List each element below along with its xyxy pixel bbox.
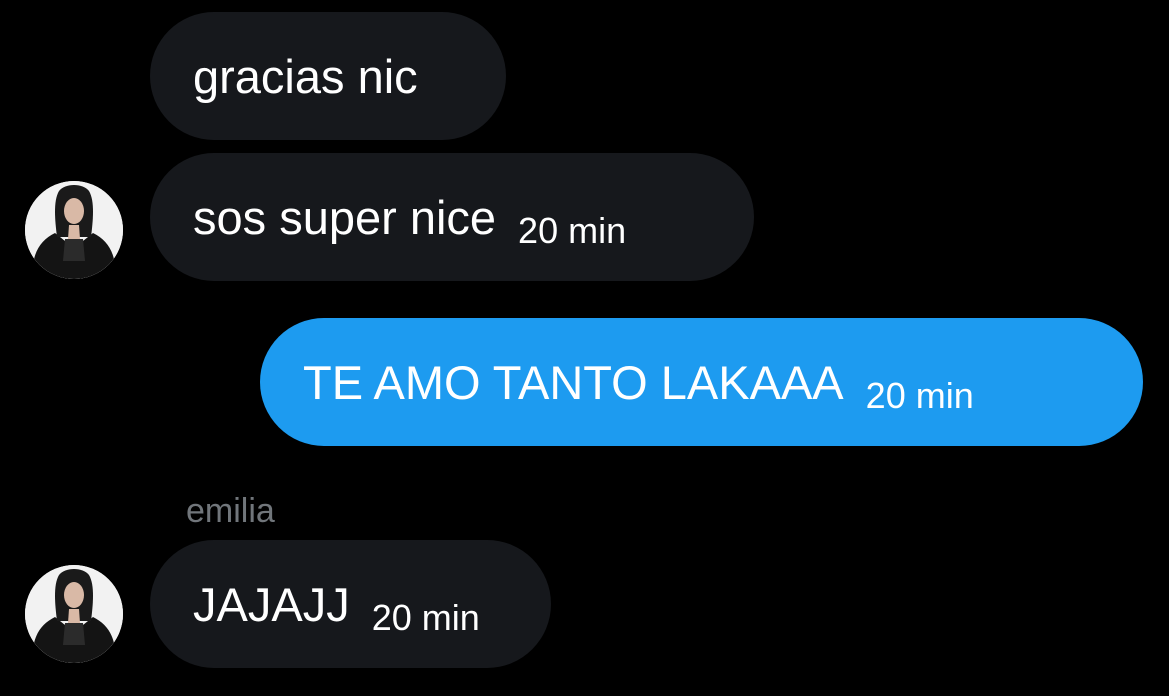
sent-message-bubble[interactable]: TE AMO TANTO LAKAAA 20 min	[260, 318, 1143, 446]
message-timestamp: 20 min	[371, 597, 480, 638]
message-text: JAJAJJ	[193, 577, 350, 631]
message-text: gracias nic	[193, 49, 418, 103]
message-timestamp: 20 min	[865, 375, 974, 416]
received-message-bubble[interactable]: JAJAJJ 20 min	[150, 540, 551, 668]
received-message-bubble[interactable]: gracias nic	[150, 12, 506, 140]
avatar-photo	[25, 565, 123, 663]
received-message-bubble[interactable]: sos super nice 20 min	[150, 153, 754, 281]
message-timestamp: 20 min	[518, 210, 627, 251]
avatar-photo	[25, 181, 123, 279]
sender-name: emilia	[186, 492, 275, 530]
avatar[interactable]	[25, 565, 123, 663]
message-text: TE AMO TANTO LAKAAA	[303, 355, 844, 409]
avatar[interactable]	[25, 181, 123, 279]
message-text: sos super nice	[193, 190, 497, 244]
